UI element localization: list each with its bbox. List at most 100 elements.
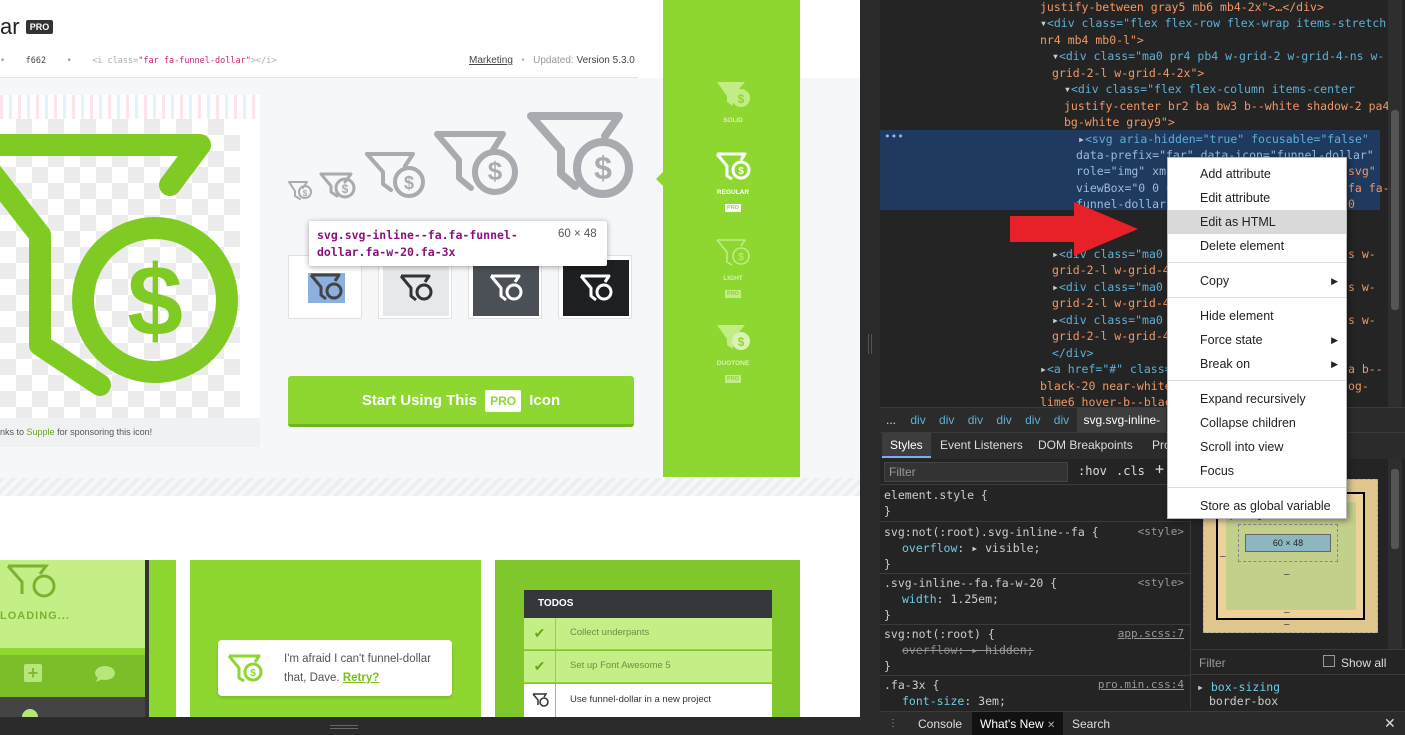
drawer-menu-icon[interactable]: ⋮: [888, 718, 900, 730]
scrollbar-thumb[interactable]: [1391, 469, 1399, 549]
menu-label: Edit attribute: [1200, 191, 1271, 205]
rule-source[interactable]: app.scss:7: [1118, 626, 1184, 642]
drawer-tab-search[interactable]: Search: [1072, 717, 1110, 731]
menu-force-state[interactable]: Force state ▶: [1168, 328, 1346, 352]
retry-link[interactable]: Retry?: [343, 672, 379, 684]
dom-node[interactable]: </div>: [1052, 345, 1094, 362]
new-rule-button[interactable]: +: [1155, 460, 1164, 478]
drawer-grip[interactable]: [330, 725, 358, 729]
tab-styles[interactable]: Styles: [882, 433, 931, 458]
size-ladder: $ $ $ $ $: [288, 112, 633, 200]
styles-filter-input[interactable]: Filter: [884, 462, 1068, 482]
style-rule[interactable]: .svg-inline--fa.fa-w-20 { width: 1.25em;…: [884, 575, 1184, 623]
dom-node-selected[interactable]: ▸<svg aria-hidden="true" focusable="fals…: [1078, 131, 1369, 148]
todo-item[interactable]: ✔ Collect underpants: [524, 618, 772, 650]
menu-edit-as-html[interactable]: Edit as HTML: [1168, 210, 1346, 234]
computed-filter-input[interactable]: Filter: [1199, 656, 1226, 670]
check-icon[interactable]: ✔: [524, 618, 556, 649]
dom-node[interactable]: justify-between gray5 mb6 mb4-2x">…</div…: [1040, 0, 1324, 16]
close-drawer-icon[interactable]: ✕: [1384, 715, 1396, 732]
menu-expand-recursively[interactable]: Expand recursively: [1168, 387, 1346, 411]
show-all-checkbox[interactable]: [1323, 655, 1335, 667]
dom-node[interactable]: ▸<a href="#" class=: [1040, 361, 1172, 378]
tab-event-listeners[interactable]: Event Listeners: [932, 433, 1031, 458]
todo-item[interactable]: Use funnel-dollar in a new project: [524, 684, 772, 717]
style-duotone[interactable]: $ DUOTONE PRO: [703, 321, 763, 385]
todos-card: TODOS ✔ Collect underpants ✔ Set up Font…: [495, 560, 800, 717]
dom-node[interactable]: ▸<div class="ma0: [1052, 312, 1163, 329]
show-all-label[interactable]: Show all: [1341, 656, 1386, 670]
category-link[interactable]: Marketing: [469, 55, 513, 66]
rule-source[interactable]: pro.min.css:4: [1098, 677, 1184, 693]
scrollbar-thumb[interactable]: [1391, 110, 1399, 310]
menu-break-on[interactable]: Break on ▶: [1168, 352, 1346, 376]
rule-source[interactable]: <style>: [1138, 524, 1184, 540]
breadcrumb-overflow[interactable]: ...: [880, 413, 902, 427]
rule-property[interactable]: font-size: [902, 694, 964, 708]
style-rule[interactable]: svg:not(:root) { overflow: ▸ hidden; } a…: [884, 626, 1184, 674]
rule-source[interactable]: <style>: [1138, 575, 1184, 591]
hov-toggle[interactable]: :hov: [1078, 464, 1107, 478]
comment-icon[interactable]: [94, 665, 116, 683]
rule-value[interactable]: hidden;: [985, 643, 1033, 657]
breadcrumb-item[interactable]: div: [905, 413, 930, 427]
rule-property[interactable]: overflow: [902, 643, 957, 657]
breadcrumb-item[interactable]: div: [963, 413, 988, 427]
drawer-resize-strip[interactable]: [0, 717, 880, 735]
style-rule[interactable]: element.style { }: [884, 487, 988, 519]
menu-focus[interactable]: Focus: [1168, 459, 1346, 483]
style-label: LIGHT: [723, 275, 743, 282]
breadcrumb-item[interactable]: div: [934, 413, 959, 427]
html-snippet[interactable]: <i class="far fa-funnel-dollar"></i>: [92, 56, 276, 66]
style-solid[interactable]: $ SOLID: [703, 78, 763, 124]
computed-scrollbar[interactable]: [1388, 459, 1402, 649]
rule-value[interactable]: 3em;: [978, 694, 1006, 708]
menu-edit-attribute[interactable]: Edit attribute: [1168, 186, 1346, 210]
dom-node[interactable]: ▾<div class="ma0 pr4 pb4 w-grid-2 w-grid…: [1052, 48, 1384, 65]
style-rule[interactable]: svg:not(:root).svg-inline--fa { overflow…: [884, 524, 1184, 572]
breadcrumb-item[interactable]: div: [991, 413, 1016, 427]
unicode-value[interactable]: f662: [26, 56, 46, 66]
splitter-grip[interactable]: [868, 334, 872, 354]
dom-text: justify-center br2 ba bw3 b--white shado…: [1064, 99, 1390, 113]
computed-property[interactable]: ▸ box-sizing border-box: [1197, 680, 1280, 708]
dom-text: viewBox="0 0 6: [1076, 181, 1173, 195]
elements-scrollbar[interactable]: [1388, 0, 1402, 407]
dom-node[interactable]: ▸<div class="ma0: [1052, 279, 1163, 296]
rule-value[interactable]: 1.25em;: [950, 592, 998, 606]
todo-item[interactable]: ✔ Set up Font Awesome 5: [524, 651, 772, 683]
dom-node[interactable]: ▾<div class="flex flex-row flex-wrap ite…: [1040, 15, 1386, 32]
menu-label: Store as global variable: [1200, 499, 1331, 513]
menu-store-as-global[interactable]: Store as global variable: [1168, 494, 1346, 518]
dom-text: nr4 mb4 mb0-l">: [1040, 33, 1144, 47]
menu-copy[interactable]: Copy ▶: [1168, 269, 1346, 293]
dom-node[interactable]: ▾<div class="flex flex-column items-cent…: [1064, 81, 1355, 98]
node-menu-dots[interactable]: •••: [884, 130, 904, 143]
rule-property[interactable]: overflow: [902, 541, 957, 555]
pane-splitter[interactable]: [860, 0, 880, 735]
plus-icon[interactable]: +: [24, 664, 42, 682]
menu-delete-element[interactable]: Delete element: [1168, 234, 1346, 258]
close-tab-icon[interactable]: ✕: [1047, 720, 1055, 731]
start-using-button[interactable]: Start Using This PRO Icon: [288, 376, 634, 427]
style-rule[interactable]: .fa-3x { font-size: 3em; pro.min.css:4: [884, 677, 1184, 709]
menu-scroll-into-view[interactable]: Scroll into view: [1168, 435, 1346, 459]
menu-hide-element[interactable]: Hide element: [1168, 304, 1346, 328]
drawer-tab-console[interactable]: Console: [918, 717, 962, 731]
menu-add-attribute[interactable]: Add attribute: [1168, 162, 1346, 186]
menu-collapse-children[interactable]: Collapse children: [1168, 411, 1346, 435]
drawer-tab-whats-new[interactable]: What's New ✕: [972, 712, 1064, 735]
sponsor-link[interactable]: Supple: [27, 427, 55, 437]
cls-toggle[interactable]: .cls: [1116, 464, 1145, 478]
style-light[interactable]: $ LIGHT PRO: [703, 236, 763, 300]
check-icon[interactable]: ✔: [524, 651, 556, 682]
breadcrumb-item[interactable]: div: [1049, 413, 1074, 427]
rule-value[interactable]: visible;: [985, 541, 1040, 555]
menu-label: Break on: [1200, 357, 1251, 371]
hatch-divider: [0, 478, 860, 496]
style-regular[interactable]: $ REGULAR PRO: [703, 150, 763, 214]
rule-property[interactable]: width: [902, 592, 937, 606]
tab-dom-breakpoints[interactable]: DOM Breakpoints: [1030, 433, 1141, 458]
breadcrumb-item[interactable]: div: [1020, 413, 1045, 427]
breadcrumb-current[interactable]: svg.svg-inline-: [1077, 408, 1167, 433]
